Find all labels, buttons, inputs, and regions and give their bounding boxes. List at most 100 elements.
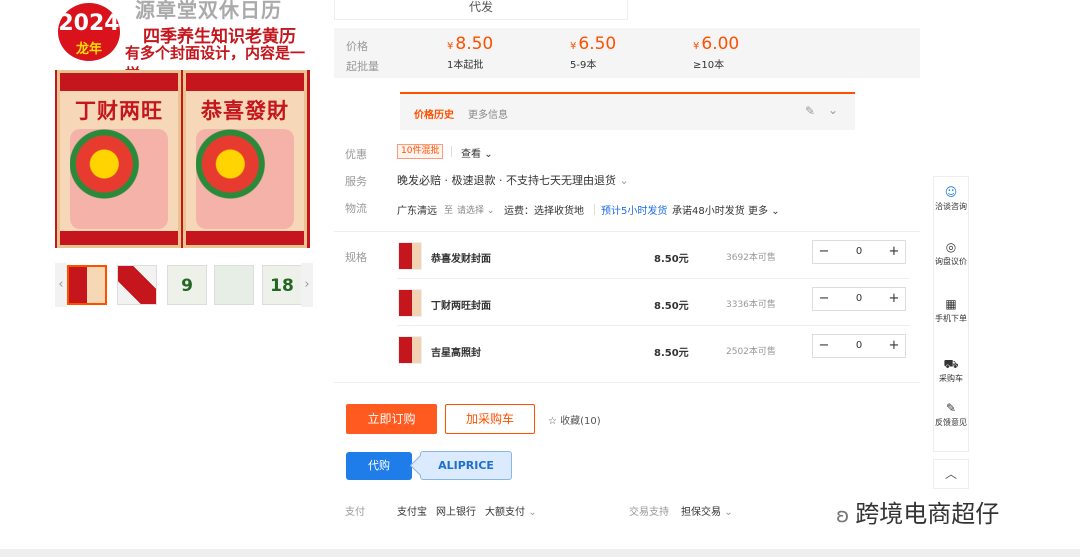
promo-view-link[interactable]: 查看 ⌄ [461, 145, 493, 160]
price-tier: ¥6.50 5-9本 [570, 34, 617, 71]
tier-price: 8.50 [455, 34, 494, 54]
chevron-down-icon[interactable]: ⌄ [828, 103, 838, 117]
chevron-up-icon: ︿ [944, 467, 957, 481]
chevron-down-icon: ⌄ [771, 206, 780, 217]
tier-price: 6.00 [701, 34, 740, 54]
cover-title-left: 丁财两旺 [75, 99, 163, 123]
aliprice-button[interactable]: ALIPRICE [420, 451, 512, 480]
cover-art-left [70, 129, 168, 229]
sku-thumbnail[interactable] [398, 289, 422, 317]
tab-price-history[interactable]: 价格历史 [414, 106, 454, 121]
ship-destination-select[interactable]: 请选择 ⌄ [457, 203, 494, 216]
chat-icon: ☺ [944, 185, 958, 199]
sku-price: 8.50元 [654, 348, 689, 359]
sidebar-item-chat[interactable]: ☺ 洽谈咨询 [934, 185, 968, 212]
sku-stock: 3336本可售 [726, 300, 776, 310]
trade-support-dropdown[interactable]: 担保交易 ⌄ [681, 503, 733, 518]
footer-strip [0, 549, 1080, 557]
plus-button[interactable]: + [883, 335, 905, 357]
sku-row: 吉星高照封 8.50元 2502本可售 − 0 + [397, 330, 910, 374]
plus-button[interactable]: + [883, 241, 905, 263]
edit-icon[interactable]: ✎ [805, 104, 815, 118]
minus-button[interactable]: − [813, 241, 835, 263]
back-to-top-button[interactable]: ︿ [933, 459, 969, 489]
sku-thumbnail[interactable] [398, 242, 422, 270]
order-now-button[interactable]: 立即订购 [346, 404, 437, 434]
payment-method: 网上银行 [436, 507, 476, 518]
dropship-strip[interactable]: 代发 [334, 0, 628, 20]
year-badge: 2024 龙年 [55, 0, 123, 64]
payment-method: 支付宝 [397, 507, 427, 518]
calendar-cover-right: 恭喜發財 [183, 70, 307, 248]
thumbnail[interactable] [117, 265, 157, 305]
chevron-down-icon: ⌄ [484, 149, 493, 160]
thumbnail[interactable]: 9 [167, 265, 207, 305]
freight-text: 运费：选择收货地 [504, 206, 584, 217]
sku-stock: 3692本可售 [726, 253, 776, 263]
price-label: 价格 [346, 40, 368, 53]
quantity-stepper: − 0 + [812, 240, 906, 264]
price-tier: ¥8.50 1本起批 [447, 34, 494, 71]
badge-year: 2024 [58, 11, 120, 36]
watermark: ʚ 跨境电商超仔 [836, 500, 1000, 528]
quantity-input[interactable]: 0 [835, 335, 883, 357]
sidebar-item-cart[interactable]: ⛟ 采购车 [934, 357, 968, 384]
minus-button[interactable]: − [813, 288, 835, 310]
chevron-left-icon[interactable]: ‹ [55, 263, 67, 307]
thumbnail[interactable]: 18 [262, 265, 302, 305]
qrcode-icon: ▦ [945, 297, 957, 311]
ship-from: 广东清远 [397, 206, 437, 217]
chevron-down-icon: ⌄ [486, 206, 495, 216]
ship-to-word: 至 [444, 206, 454, 216]
sku-name: 恭喜发财封面 [431, 254, 491, 265]
batch-label: 起批量 [346, 60, 379, 73]
tier-qty: 1本起批 [447, 60, 484, 71]
favorite-button[interactable]: ☆ 收藏(10) [548, 412, 601, 427]
chevron-down-icon: ⌄ [724, 507, 733, 518]
spec-label: 规格 [345, 251, 367, 264]
service-label: 服务 [345, 175, 367, 188]
calendar-cover-left: 丁财两旺 [57, 70, 181, 248]
plus-button[interactable]: + [883, 288, 905, 310]
sku-row: 丁财两旺封面 8.50元 3336本可售 − 0 + [397, 283, 910, 327]
cover-art-right [196, 129, 294, 229]
tier-qty: ≥10本 [693, 60, 725, 71]
tier-price: 6.50 [578, 34, 617, 54]
wechat-icon: ʚ [836, 503, 850, 527]
sku-row: 恭喜发财封面 8.50元 3692本可售 − 0 + [397, 236, 910, 280]
ship-eta: 预计5小时发货 [601, 206, 668, 217]
thumbnail[interactable] [214, 265, 254, 305]
thumbnail-strip: ‹ 9 18 › [55, 263, 313, 307]
proxy-buy-button[interactable]: 代购 [346, 452, 412, 480]
quantity-stepper: − 0 + [812, 287, 906, 311]
quantity-input[interactable]: 0 [835, 288, 883, 310]
chevron-down-icon: ⌄ [619, 174, 629, 187]
minus-button[interactable]: − [813, 335, 835, 357]
tab-more-info[interactable]: 更多信息 [468, 106, 508, 121]
sidebar-item-feedback[interactable]: ✎ 反馈意见 [934, 401, 968, 428]
sku-name: 吉星高照封 [431, 348, 481, 359]
thumbnail[interactable] [67, 265, 107, 305]
logistics-more[interactable]: 更多 ⌄ [748, 202, 780, 217]
quantity-input[interactable]: 0 [835, 241, 883, 263]
cover-title-right: 恭喜發財 [201, 99, 289, 123]
sidebar-item-bargain[interactable]: ◎ 询盘议价 [934, 240, 968, 267]
promo-tag: 10件混批 [397, 144, 444, 159]
add-to-cart-button[interactable]: 加采购车 [445, 404, 535, 434]
product-page: 2024 龙年 源章堂双休日历 四季养生知识老黄历 有多个封面设计，内容是一样 … [0, 0, 1080, 557]
service-text[interactable]: 晚发必赔 · 极速退款 · 不支持七天无理由退货 ⌄ [397, 172, 629, 188]
sku-name: 丁财两旺封面 [431, 301, 491, 312]
sku-price: 8.50元 [654, 254, 689, 265]
trade-support-label: 交易支持 [629, 507, 669, 518]
payment-label: 支付 [345, 507, 365, 518]
chevron-down-icon: ⌄ [528, 507, 537, 518]
feedback-icon: ✎ [945, 401, 957, 415]
price-history-panel: 价格历史 更多信息 ✎ ⌄ [400, 92, 855, 130]
image-banner: 2024 龙年 源章堂双休日历 四季养生知识老黄历 有多个封面设计，内容是一样 [55, 0, 310, 83]
main-product-image[interactable]: 2024 龙年 源章堂双休日历 四季养生知识老黄历 有多个封面设计，内容是一样 … [55, 0, 310, 248]
price-box: 价格 起批量 ¥8.50 1本起批 ¥6.50 5-9本 ¥6.00 ≥10本 [334, 28, 920, 78]
sku-thumbnail[interactable] [398, 336, 422, 364]
chevron-right-icon[interactable]: › [301, 263, 313, 307]
sidebar-item-mobile-order[interactable]: ▦ 手机下单 [934, 297, 968, 324]
payment-method-dropdown[interactable]: 大额支付 ⌄ [485, 503, 537, 518]
